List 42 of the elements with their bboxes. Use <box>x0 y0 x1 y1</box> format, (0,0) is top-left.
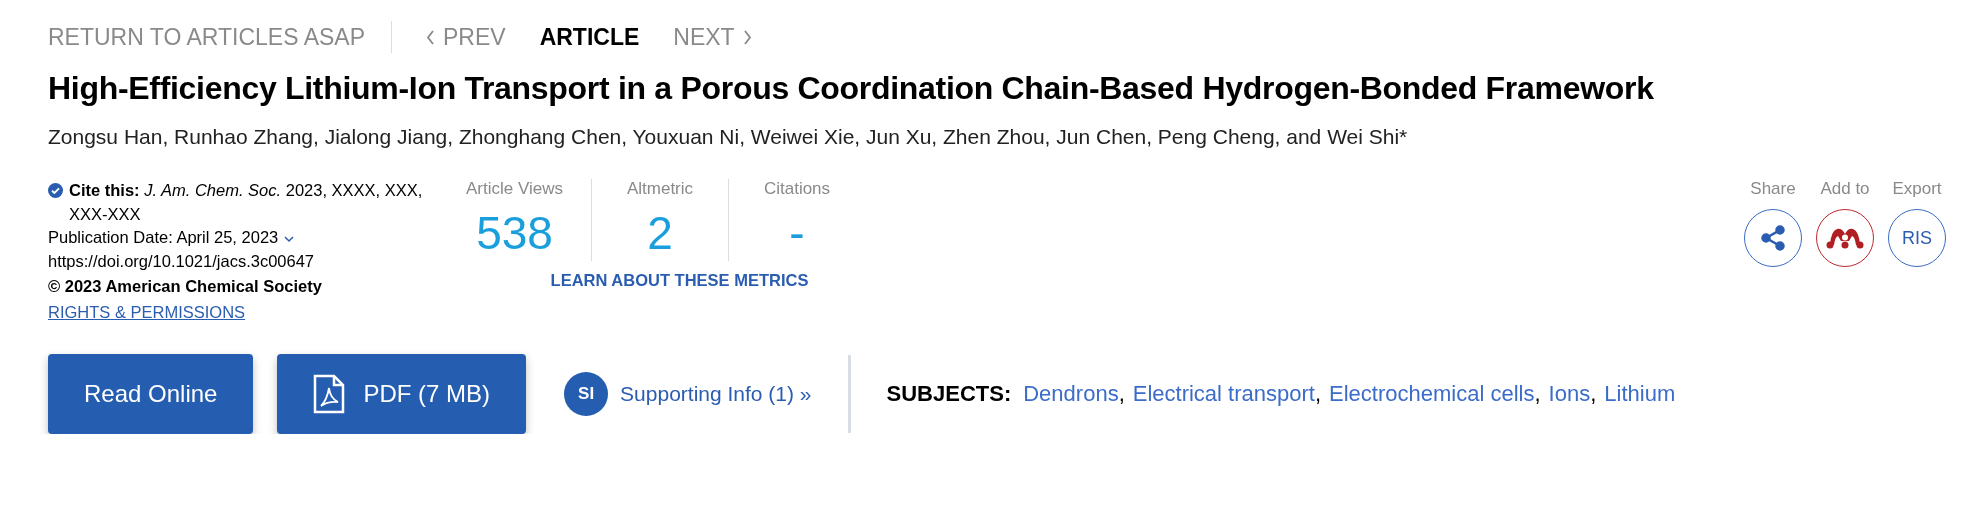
action-label: Export <box>1892 179 1942 199</box>
article-title: High-Efficiency Lithium-Ion Transport in a Porous Coordination Chain-Based Hydrogen-Bonded Framework <box>48 70 1655 107</box>
subject-link[interactable]: Dendrons <box>1023 381 1119 407</box>
metric-value: 538 <box>476 206 553 261</box>
doi-text: https://doi.org/10.1021/jacs.3c00647 <box>48 250 316 272</box>
separator-text: , <box>1314 381 1322 407</box>
action-label: Share <box>1750 179 1796 199</box>
check-circle-icon <box>48 183 63 198</box>
supporting-info-link[interactable]: Supporting Info (1) » <box>620 382 812 406</box>
read-online-button[interactable]: Read Online <box>48 354 254 434</box>
chevron-left-icon <box>426 29 435 45</box>
pdf-file-icon <box>313 374 346 414</box>
return-link[interactable]: RETURN TO ARTICLES ASAP <box>48 21 392 53</box>
citation-text: Cite this: J. Am. Chem. Soc. 2023, XXXX, XXX, XXX-XXX <box>69 180 424 225</box>
subject-link[interactable]: Electrical transport <box>1132 381 1315 407</box>
copyright-text: © 2023 American Chemical Society <box>48 276 323 297</box>
rights-link[interactable]: RIGHTS & PERMISSIONS <box>48 300 246 324</box>
metric-label: Citations <box>763 179 831 199</box>
nav-link[interactable]: ARTICLE <box>539 23 640 51</box>
subject-link[interactable]: Ions <box>1548 381 1591 407</box>
separator-text: , <box>1534 381 1541 407</box>
share-icon <box>1759 224 1787 252</box>
si-badge: SI <box>564 372 609 416</box>
subject-link[interactable]: Electrochemical cells <box>1329 381 1535 407</box>
author-list: Zongsu Han, Runhao Zhang, Jialong Jiang, Zhonghang Chen, Youxuan Ni, Weiwei Xie, Jun Xu, Zhen Zhou, Jun Chen, Peng Cheng, and Wei Shi* <box>48 125 1952 149</box>
nav-link[interactable]: PREV <box>426 23 506 51</box>
action-label: Add to <box>1820 179 1870 199</box>
metric-label: Article Views <box>466 179 563 199</box>
chevron-right-icon <box>742 29 752 45</box>
chevron-down-icon <box>284 236 295 244</box>
subject-link[interactable]: Lithium <box>1604 381 1676 407</box>
nav-link[interactable]: NEXT <box>673 23 752 51</box>
separator-text: , <box>1590 381 1597 407</box>
metric-value: 2 <box>647 206 673 261</box>
publication-date-toggle[interactable]: Publication Date: April 25, 2023 <box>48 226 428 250</box>
metric-label: Altmetric <box>626 179 694 199</box>
metrics-link[interactable]: LEARN ABOUT THESE METRICS <box>550 271 809 290</box>
subjects-label: SUBJECTS: <box>886 381 1012 407</box>
separator-text: , <box>1118 381 1125 407</box>
pdf-button[interactable]: PDF (7 MB) <box>277 354 527 434</box>
metric-value: - <box>789 206 805 261</box>
export-button[interactable]: RIS <box>1888 209 1946 267</box>
